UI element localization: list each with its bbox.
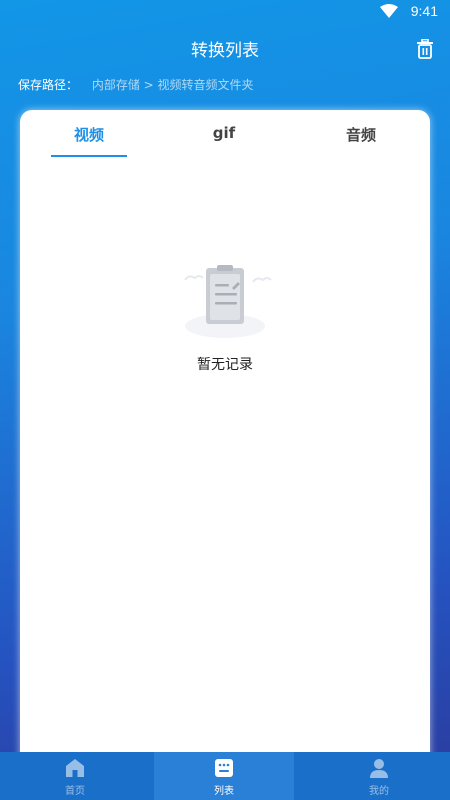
nav-label-home: 首页 — [65, 786, 85, 797]
profile-icon — [370, 759, 388, 778]
save-path: 保存路径： 内部存储 > 视频转音频文件夹 — [18, 76, 254, 93]
empty-clipboard-icon — [184, 265, 272, 338]
tab-gif[interactable]: gif — [184, 124, 264, 142]
status-time: 9:41 — [410, 3, 438, 19]
nav-label-profile: 我的 — [369, 786, 389, 797]
active-tab-indicator — [51, 155, 127, 157]
save-path-value[interactable]: 内部存储 > 视频转音频文件夹 — [92, 78, 254, 92]
nav-item-list[interactable]: 列表 — [154, 752, 294, 800]
nav-item-home[interactable]: 首页 — [0, 752, 150, 800]
wifi-icon — [380, 4, 398, 18]
save-path-label: 保存路径： — [18, 78, 79, 92]
trash-icon[interactable] — [416, 39, 434, 59]
tab-audio[interactable]: 音频 — [321, 124, 401, 145]
page-title: 转换列表 — [191, 41, 259, 61]
conversion-list-card: 视频 gif 音频 暂无记录 — [20, 110, 430, 770]
list-icon — [215, 759, 233, 777]
status-bar: 9:41 — [0, 0, 450, 24]
bottom-nav: 首页 列表 我的 — [0, 752, 450, 800]
empty-state-message: 暂无记录 — [197, 357, 253, 373]
tab-bar: 视频 gif 音频 — [20, 110, 430, 158]
home-icon — [66, 759, 84, 777]
tab-video[interactable]: 视频 — [49, 124, 129, 145]
title-bar: 转换列表 — [0, 30, 450, 64]
nav-item-profile[interactable]: 我的 — [304, 752, 450, 800]
nav-label-list: 列表 — [214, 786, 234, 797]
